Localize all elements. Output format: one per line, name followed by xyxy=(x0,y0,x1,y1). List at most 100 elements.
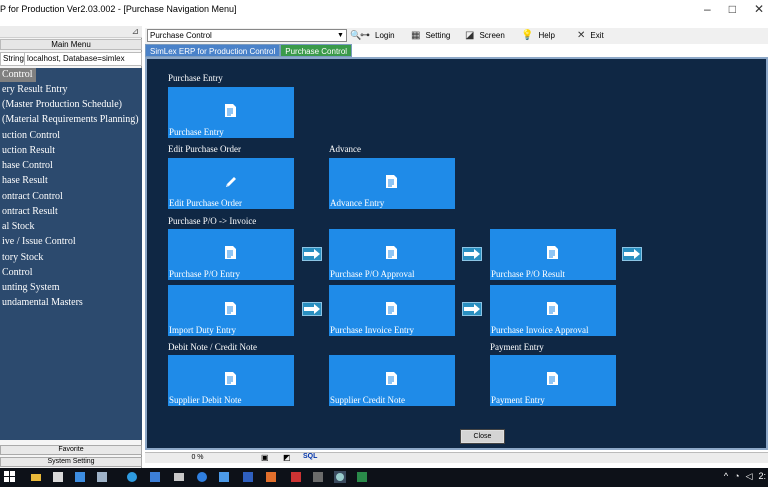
chevron-down-icon[interactable]: ▼ xyxy=(335,30,346,41)
tile-import-duty-entry[interactable]: Import Duty Entry xyxy=(168,285,294,336)
left-panel-header: ⊿ xyxy=(0,26,142,38)
arrow-right-icon xyxy=(462,302,482,316)
menu-item[interactable]: (Master Production Schedule) xyxy=(0,98,142,112)
document-icon xyxy=(386,246,397,259)
arrow-right-icon xyxy=(622,247,642,261)
main-menu-list: Control ery Result Entry (Master Product… xyxy=(0,68,142,440)
exit-button[interactable]: ✕ Exit xyxy=(577,30,604,41)
app-icon[interactable] xyxy=(52,471,64,483)
chart-icon[interactable]: ◩ xyxy=(283,453,291,462)
windows-taskbar: ^ ◔ ◁ 2: xyxy=(0,468,768,487)
system-setting-button[interactable]: System Setting xyxy=(0,457,142,467)
menu-item[interactable]: al Stock xyxy=(0,220,142,234)
menu-item[interactable]: hase Control xyxy=(0,159,142,173)
minimize-button[interactable]: – xyxy=(704,2,711,16)
app-icon[interactable] xyxy=(265,471,277,483)
help-button[interactable]: 💡 Help xyxy=(521,30,555,41)
login-button[interactable]: ⊶ Login xyxy=(360,30,395,41)
network-icon[interactable]: ◔ xyxy=(734,471,739,482)
tile-supplier-debit-note[interactable]: Supplier Debit Note xyxy=(168,355,294,406)
screen-button[interactable]: ◪ Screen xyxy=(465,30,505,41)
tile-label: Purchase Entry xyxy=(169,127,224,137)
menu-item[interactable]: undamental Masters xyxy=(0,296,142,310)
tray-chevron-icon[interactable]: ^ xyxy=(724,471,728,482)
app-icon[interactable] xyxy=(126,471,138,483)
menu-item[interactable]: uction Control xyxy=(0,129,142,143)
menu-item[interactable]: tory Stock xyxy=(0,251,142,265)
tile-invoice-entry[interactable]: Purchase Invoice Entry xyxy=(329,285,455,336)
menu-item[interactable]: (Material Requirements Planning) xyxy=(0,113,142,127)
menu-item[interactable]: hase Result xyxy=(0,174,142,188)
volume-icon[interactable]: ◁ xyxy=(746,471,753,482)
app-icon[interactable] xyxy=(356,471,368,483)
tile-payment-entry[interactable]: Payment Entry xyxy=(490,355,616,406)
top-toolbar: Purchase Control ▼ 🔍 ⊶ Login ▦ Setting ◪… xyxy=(145,28,768,44)
tile-label: Purchase P/O Approval xyxy=(330,269,415,279)
favorite-button[interactable]: Favorite xyxy=(0,445,142,455)
app-icon[interactable] xyxy=(173,471,185,483)
status-bar: 0 % ▣ ◩ SQL xyxy=(145,452,768,463)
edge-icon[interactable] xyxy=(196,471,208,483)
tile-edit-purchase-order[interactable]: Edit Purchase Order xyxy=(168,158,294,209)
file-explorer-icon[interactable] xyxy=(30,471,42,483)
setting-label: Setting xyxy=(425,31,451,40)
section-title-advance: Advance xyxy=(329,144,361,154)
document-icon xyxy=(225,246,236,259)
arrow-right-icon xyxy=(302,302,322,316)
help-icon: 💡 xyxy=(521,30,534,41)
tile-supplier-credit-note[interactable]: Supplier Credit Note xyxy=(329,355,455,406)
setting-button[interactable]: ▦ Setting xyxy=(411,30,450,41)
menu-item[interactable]: ontract Result xyxy=(0,205,142,219)
document-icon xyxy=(547,246,558,259)
navigation-panel: Purchase Entry Edit Purchase Order Advan… xyxy=(145,57,768,450)
connection-info: String localhost, Database=simlex xyxy=(0,52,142,66)
app-icon[interactable] xyxy=(218,471,230,483)
main-menu-header[interactable]: Main Menu xyxy=(0,39,142,50)
app-icon[interactable] xyxy=(312,471,324,483)
tile-po-result[interactable]: Purchase P/O Result xyxy=(490,229,616,280)
app-icon[interactable] xyxy=(96,471,108,483)
connection-label: String xyxy=(3,53,25,65)
menu-item[interactable]: unting System xyxy=(0,281,142,295)
close-button[interactable]: Close xyxy=(460,429,505,444)
windows-start-icon[interactable] xyxy=(4,471,16,483)
section-title-edit-purchase-order: Edit Purchase Order xyxy=(168,144,241,154)
menu-item[interactable]: ery Result Entry xyxy=(0,83,142,97)
menu-item[interactable]: ontract Control xyxy=(0,190,142,204)
screen-icon: ◪ xyxy=(465,30,475,41)
sql-indicator[interactable]: SQL xyxy=(303,453,317,460)
exit-icon: ✕ xyxy=(577,30,586,41)
progress-value: 0 % xyxy=(191,454,204,461)
tile-advance-entry[interactable]: Advance Entry xyxy=(329,158,455,209)
tab-simlex-erp[interactable]: SimLex ERP for Production Control xyxy=(145,44,281,57)
tile-label: Supplier Credit Note xyxy=(330,395,405,405)
menu-select[interactable]: Purchase Control ▼ xyxy=(147,29,347,42)
tab-purchase-control[interactable]: Purchase Control xyxy=(280,44,353,57)
app-icon-active[interactable] xyxy=(334,471,346,483)
export-icon[interactable]: ▣ xyxy=(261,453,269,462)
menu-item[interactable]: Control xyxy=(0,68,36,82)
tile-purchase-entry[interactable]: Purchase Entry xyxy=(168,87,294,138)
tile-label: Purchase Invoice Entry xyxy=(330,325,414,335)
app-icon[interactable] xyxy=(290,471,302,483)
document-icon xyxy=(225,372,236,385)
tile-label: Payment Entry xyxy=(491,395,545,405)
menu-item[interactable]: Control xyxy=(0,266,142,280)
app-icon[interactable] xyxy=(149,471,161,483)
tile-invoice-approval[interactable]: Purchase Invoice Approval xyxy=(490,285,616,336)
app-icon[interactable] xyxy=(242,471,254,483)
pin-icon[interactable]: ⊿ xyxy=(131,26,139,37)
tile-po-approval[interactable]: Purchase P/O Approval xyxy=(329,229,455,280)
menu-item[interactable]: uction Result xyxy=(0,144,142,158)
time-fragment[interactable]: 2: xyxy=(758,471,766,482)
arrow-right-icon xyxy=(462,247,482,261)
close-window-button[interactable]: ✕ xyxy=(754,2,764,16)
tile-po-entry[interactable]: Purchase P/O Entry xyxy=(168,229,294,280)
tile-label: Purchase P/O Entry xyxy=(169,269,240,279)
login-label: Login xyxy=(375,31,395,40)
maximize-button[interactable]: □ xyxy=(729,2,736,16)
app-icon[interactable] xyxy=(74,471,86,483)
menu-item[interactable]: ive / Issue Control xyxy=(0,235,142,249)
section-title-debit-credit: Debit Note / Credit Note xyxy=(168,342,257,352)
document-icon xyxy=(386,372,397,385)
